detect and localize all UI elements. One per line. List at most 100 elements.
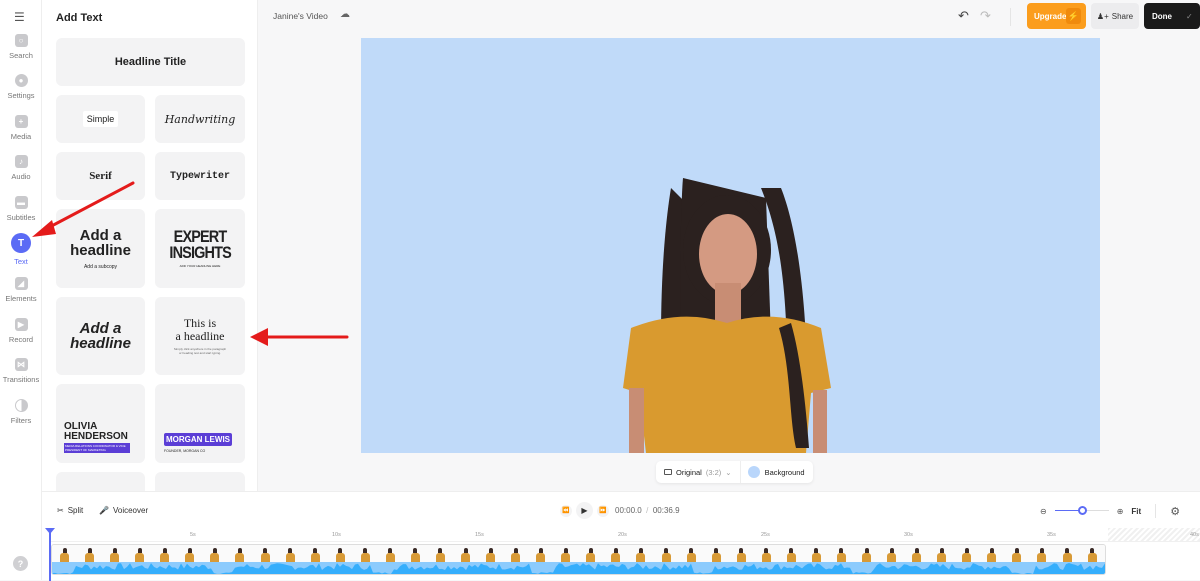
preset-card[interactable] bbox=[155, 472, 245, 491]
playback-controls: ⏪ ▶ ⏩ bbox=[560, 502, 609, 519]
play-icon[interactable]: ▶ bbox=[576, 502, 593, 519]
rail-item-audio[interactable]: ♪ Audio bbox=[0, 155, 42, 181]
rail-item-filters[interactable]: Filters bbox=[0, 399, 42, 425]
preset-subtext: Simply click anywhere in the paragraph o… bbox=[173, 347, 227, 355]
video-canvas[interactable] bbox=[361, 38, 1100, 453]
time-display: 00:00.0 / 00:36.9 bbox=[615, 506, 680, 515]
done-button[interactable]: Done ✓ bbox=[1144, 3, 1200, 29]
morgan-lewis-preset[interactable]: MORGAN LEWIS FOUNDER, MORGAN CO bbox=[155, 384, 245, 463]
time-separator: / bbox=[646, 506, 649, 515]
playhead[interactable] bbox=[45, 528, 55, 581]
typewriter-preset[interactable]: Typewriter bbox=[155, 152, 245, 200]
rail-label: Filters bbox=[10, 416, 32, 425]
clip-thumbnail bbox=[511, 548, 521, 562]
zoom-in-icon[interactable]: ⊕ bbox=[1117, 507, 1124, 516]
clip-thumbnail bbox=[586, 548, 596, 562]
clip-thumbnail bbox=[636, 548, 646, 562]
serif-preset[interactable]: Serif bbox=[56, 152, 145, 200]
headline-title-preset[interactable]: Headline Title bbox=[56, 38, 245, 86]
settings-gear-icon[interactable]: ⚙ bbox=[1170, 505, 1180, 518]
expert-insights-preset[interactable]: EXPERT INSIGHTS ADD YOUR HEADLINE HERE bbox=[155, 209, 245, 288]
clip-thumbnail bbox=[260, 548, 270, 562]
checkmark-icon: ✓ bbox=[1186, 11, 1193, 21]
clip-thumbnail bbox=[110, 548, 120, 562]
add-headline-preset[interactable]: Add a headline Add a subcopy bbox=[56, 209, 145, 288]
clip-thumbnail bbox=[711, 548, 721, 562]
split-button[interactable]: ✂ Split bbox=[57, 506, 83, 515]
rail-label: Transitions bbox=[2, 375, 40, 384]
ruler-tick-label: 25s bbox=[761, 532, 770, 538]
clip-thumbnail bbox=[1037, 548, 1047, 562]
rail-label: Subtitles bbox=[6, 213, 36, 222]
top-bar: Janine's Video ☁ ↶ ↷ Upgrade ⚡ ♟+ Share … bbox=[258, 0, 1200, 34]
done-label: Done bbox=[1152, 11, 1172, 21]
background-button[interactable]: Background bbox=[741, 466, 812, 478]
rail-item-media[interactable]: + Media bbox=[0, 115, 42, 141]
split-label: Split bbox=[67, 506, 84, 515]
rail-item-transitions[interactable]: ⋈ Transitions bbox=[0, 358, 42, 384]
preset-text: Headline Title bbox=[114, 56, 187, 68]
slider-thumb[interactable] bbox=[1077, 506, 1087, 515]
total-duration: 00:36.9 bbox=[652, 506, 680, 515]
rail-item-record[interactable]: ▶ Record bbox=[0, 318, 42, 344]
redo-icon[interactable]: ↷ bbox=[980, 8, 991, 24]
add-user-icon: ♟+ bbox=[1096, 11, 1109, 21]
clip-thumbnail bbox=[410, 548, 420, 562]
clip-thumbnail bbox=[736, 548, 746, 562]
clip-thumbnail bbox=[461, 548, 471, 562]
rail-item-text[interactable]: T Text bbox=[0, 233, 42, 266]
project-title[interactable]: Janine's Video bbox=[273, 11, 328, 21]
rewind-icon[interactable]: ⏪ bbox=[560, 504, 572, 517]
video-clip-track[interactable] bbox=[51, 544, 1106, 575]
add-headline-italic-preset[interactable]: Add a headline bbox=[56, 297, 145, 375]
aspect-ratio-icon bbox=[664, 469, 672, 475]
undo-icon[interactable]: ↶ bbox=[958, 8, 969, 24]
rail-item-settings[interactable]: ● Settings bbox=[0, 74, 42, 100]
share-button[interactable]: ♟+ Share bbox=[1091, 3, 1139, 29]
handwriting-preset[interactable]: Handwriting bbox=[155, 95, 245, 143]
microphone-icon: 🎤 bbox=[99, 506, 109, 515]
rail-item-search[interactable]: ○ Search bbox=[0, 34, 42, 60]
preset-subtext: ADD YOUR HEADLINE HERE bbox=[179, 264, 221, 268]
preset-subtext: FOUNDER, MORGAN CO bbox=[164, 449, 206, 453]
voiceover-button[interactable]: 🎤 Voiceover bbox=[99, 506, 148, 515]
fit-button[interactable]: Fit bbox=[1131, 507, 1141, 516]
simple-preset[interactable]: Simple bbox=[56, 95, 145, 143]
chevron-down-icon: ⌄ bbox=[725, 467, 732, 477]
upgrade-button[interactable]: Upgrade ⚡ bbox=[1027, 3, 1086, 29]
olivia-henderson-preset[interactable]: OLIVIA HENDERSON MEDIA RELATIONS COORDIN… bbox=[56, 384, 145, 463]
clip-thumbnail bbox=[987, 548, 997, 562]
this-is-a-headline-preset[interactable]: This is a headline Simply click anywhere… bbox=[155, 297, 245, 375]
clip-thumbnail bbox=[486, 548, 496, 562]
rail-item-elements[interactable]: ◢ Elements bbox=[0, 277, 42, 303]
timeline-zoom-controls: ⊖ ⊕ Fit ⚙ bbox=[1040, 504, 1180, 518]
rail-item-subtitles[interactable]: ▬ Subtitles bbox=[0, 196, 42, 222]
clip-thumbnail bbox=[385, 548, 395, 562]
rail-label: Settings bbox=[7, 91, 35, 100]
background-label: Background bbox=[764, 467, 805, 477]
preset-text: MORGAN LEWIS bbox=[164, 433, 232, 446]
preset-text: HENDERSON bbox=[64, 431, 128, 442]
clip-thumbnail bbox=[536, 548, 546, 562]
zoom-out-icon[interactable]: ⊖ bbox=[1040, 507, 1047, 516]
clip-thumbnail bbox=[611, 548, 621, 562]
rail-label: Media bbox=[10, 132, 32, 141]
timeline-zoom-slider[interactable] bbox=[1054, 506, 1109, 516]
rail-label: Record bbox=[8, 335, 34, 344]
preset-card[interactable] bbox=[56, 472, 145, 491]
current-time: 00:00.0 bbox=[615, 506, 642, 515]
aspect-ratio-dropdown[interactable]: Original (3:2) ⌄ bbox=[656, 461, 741, 483]
beyond-duration-area bbox=[1108, 528, 1200, 541]
hamburger-menu-icon[interactable]: ☰ bbox=[14, 10, 25, 24]
clip-thumbnail bbox=[937, 548, 947, 562]
clip-thumbnail bbox=[235, 548, 245, 562]
add-text-panel: Add Text Headline Title Simple Handwriti… bbox=[42, 0, 258, 491]
clip-thumbnail bbox=[786, 548, 796, 562]
ruler-tick-label: 35s bbox=[1047, 532, 1056, 538]
clip-thumbnail bbox=[360, 548, 370, 562]
ruler-tick-label: 5s bbox=[190, 532, 196, 538]
preset-text: Simple bbox=[82, 111, 119, 127]
help-icon[interactable]: ? bbox=[13, 556, 28, 571]
ruler-tick-label: 20s bbox=[618, 532, 627, 538]
fast-forward-icon[interactable]: ⏩ bbox=[597, 504, 609, 517]
